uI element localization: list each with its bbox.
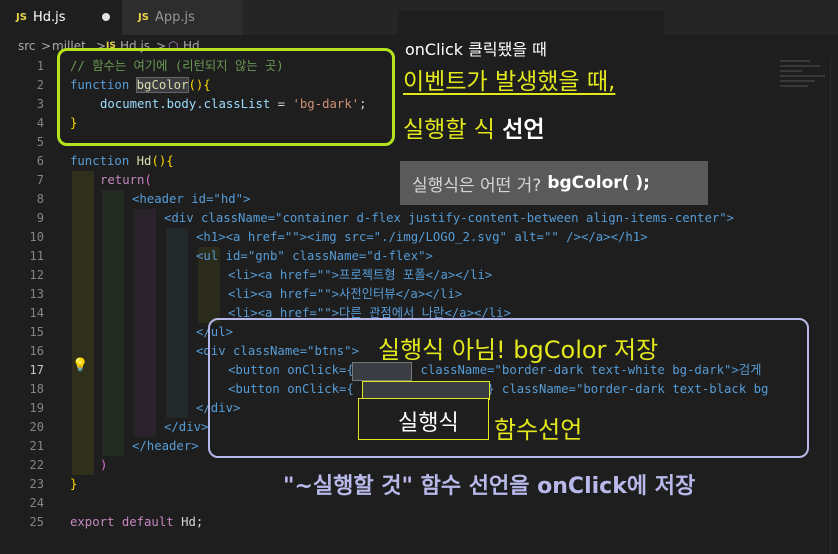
keyword: export default: [70, 515, 182, 529]
tab-label: Hd.js: [32, 10, 66, 25]
keyword: function: [70, 154, 137, 168]
function-name: Hd: [136, 154, 152, 168]
tab-app-js[interactable]: JS App.js: [122, 0, 242, 35]
code-punct: (){: [151, 154, 174, 168]
line-number: 18: [29, 382, 44, 396]
line-number: 6: [36, 154, 44, 168]
line-number: 15: [29, 325, 44, 339]
annotation-box-function: [57, 48, 395, 146]
breadcrumb-src[interactable]: src: [18, 39, 36, 53]
lightbulb-icon[interactable]: 💡: [72, 358, 88, 373]
line-number: 7: [36, 173, 44, 187]
code-line: <li><a href="">프로젝트형 포폴</a></li>: [228, 268, 493, 282]
indent-guide: [102, 190, 124, 456]
code-line: <li><a href="">사전인터뷰</a></li>: [228, 287, 463, 301]
line-number: 22: [29, 458, 44, 472]
line-number: 20: [29, 420, 44, 434]
code-line: }: [70, 477, 78, 491]
indent-guide: [72, 171, 94, 475]
code-line: </header>: [132, 439, 199, 453]
annotation-not-exec: 실행식 아님! bgColor 저장: [378, 336, 659, 364]
annotation-declare-bold: 선언: [502, 117, 545, 143]
line-number: 8: [36, 192, 44, 206]
indent-guide: [134, 209, 156, 437]
line-number: 16: [29, 344, 44, 358]
line-number: 2: [36, 78, 44, 92]
code-line: ): [100, 458, 108, 472]
code-line: return(: [100, 171, 152, 190]
line-number: 9: [36, 211, 44, 225]
annotation-event: 이벤트가 발생했을 때,: [403, 69, 616, 95]
annotation-exec: 실행식: [398, 411, 459, 436]
code-punct: (: [144, 173, 152, 187]
vertical-scrollbar[interactable]: [830, 57, 838, 554]
tab-label: App.js: [154, 10, 195, 25]
annotation-declare-pre: 실행할 식: [403, 117, 503, 143]
line-number: 25: [29, 515, 44, 529]
line-number: 21: [29, 439, 44, 453]
line-number: 17: [29, 363, 44, 377]
line-number: 3: [36, 97, 44, 111]
highlight-bgcolor: [352, 362, 412, 381]
line-number: 13: [29, 287, 44, 301]
line-number: 10: [29, 230, 44, 244]
code-line: <header id="hd">: [132, 192, 251, 206]
minimap[interactable]: [780, 57, 830, 117]
code-line: </div>: [164, 420, 209, 434]
annotation-question-box: 실행식은 어떤 거? bgColor( );: [400, 161, 708, 205]
annotation-func-decl: 함수선언: [494, 416, 583, 444]
line-number: 12: [29, 268, 44, 282]
js-icon: JS: [138, 12, 149, 23]
unsaved-dot-icon[interactable]: [102, 13, 110, 21]
tab-hd-js[interactable]: JS Hd.js: [0, 0, 122, 35]
code-line: function Hd(){: [70, 152, 174, 171]
indent-guide: [166, 228, 188, 418]
code-line: <h1><a href=""><img src="./img/LOGO_2.sv…: [196, 230, 648, 244]
line-number: 1: [36, 59, 44, 73]
annotation-question: 실행식은 어떤 거?: [412, 175, 542, 196]
annotation-onclick: onClick 클릭됐을 때: [405, 40, 547, 59]
code-line: <ul id="gnb" className="d-flex">: [196, 249, 433, 263]
keyword: return: [100, 173, 145, 187]
code-line: <div className="container d-flex justify…: [164, 211, 735, 225]
line-number: 19: [29, 401, 44, 415]
line-number: 4: [36, 116, 44, 130]
line-number: 24: [29, 496, 44, 510]
line-number: 5: [36, 135, 44, 149]
code-line: export default Hd;: [70, 513, 203, 532]
annotation-declare: 실행할 식 선언: [403, 110, 545, 144]
annotation-answer: bgColor( );: [547, 173, 650, 193]
line-number: 23: [29, 477, 44, 491]
line-number: 11: [29, 249, 44, 263]
line-number: 14: [29, 306, 44, 320]
annotation-bottom: "~실행할 것" 함수 선언을 onClick에 저장: [283, 474, 696, 499]
breadcrumb-sep: >: [41, 39, 52, 53]
js-icon: JS: [16, 12, 27, 23]
code-expr: Hd;: [181, 515, 204, 529]
